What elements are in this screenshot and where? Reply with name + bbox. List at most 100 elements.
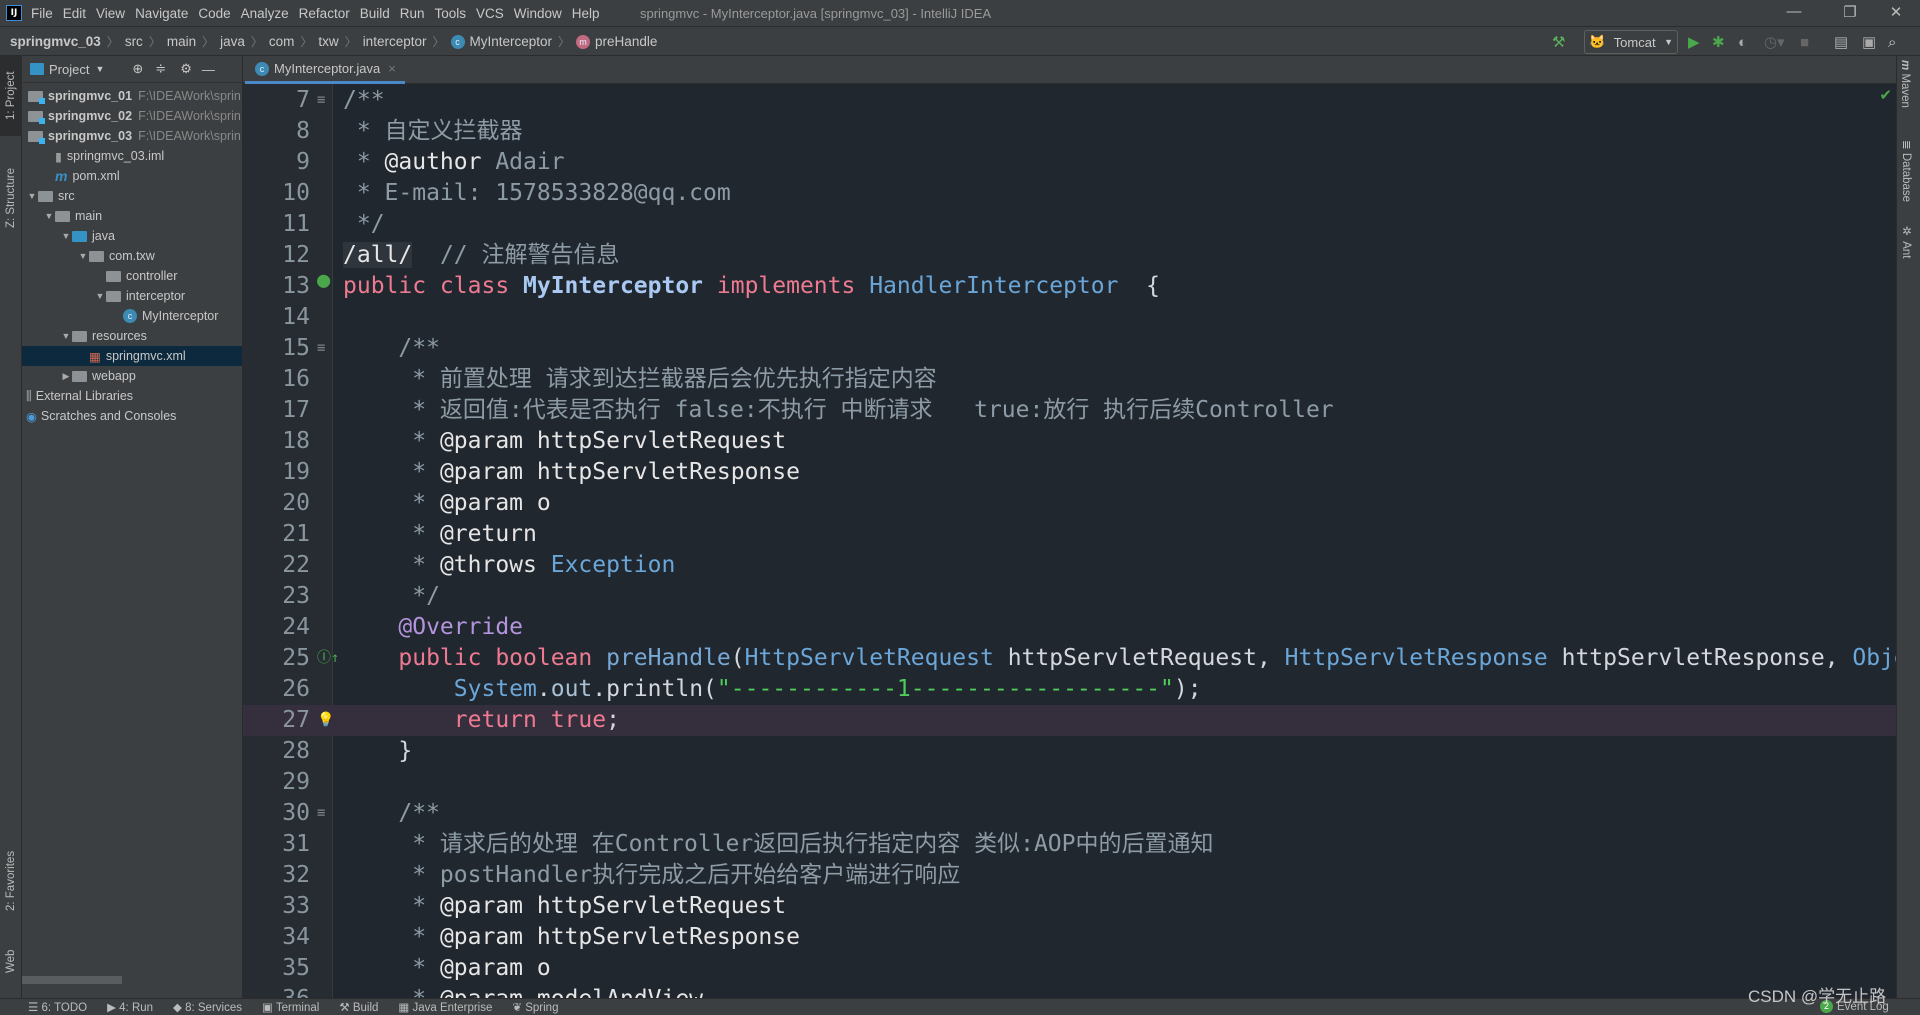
close-button[interactable]: ✕: [1876, 3, 1916, 23]
menu-navigate[interactable]: Navigate: [135, 6, 188, 21]
breadcrumb-item[interactable]: txw: [318, 34, 338, 49]
menu-edit[interactable]: Edit: [63, 6, 86, 21]
code-token: *: [343, 552, 440, 578]
tree-item[interactable]: controller: [22, 266, 242, 286]
menu-vcs[interactable]: VCS: [476, 6, 504, 21]
tree-item[interactable]: ▼ interceptor: [22, 286, 242, 306]
tool-tab-database[interactable]: ≣ Database: [1899, 140, 1913, 202]
menu-build[interactable]: Build: [360, 6, 390, 21]
breadcrumb-item[interactable]: springmvc_03: [10, 34, 101, 49]
doc-comment-icon[interactable]: ≡: [317, 806, 325, 820]
breadcrumb-item[interactable]: interceptor: [363, 34, 427, 49]
menu-run[interactable]: Run: [400, 6, 425, 21]
menu-tools[interactable]: Tools: [435, 6, 467, 21]
code-line: 11 */: [243, 209, 1896, 240]
hide-icon[interactable]: —: [202, 62, 215, 77]
gear-icon[interactable]: ⚙: [180, 61, 192, 77]
implemented-icon[interactable]: ●: [317, 270, 330, 292]
breadcrumb-label: txw: [318, 34, 339, 49]
chevron-right-icon[interactable]: ▶: [60, 371, 72, 382]
chevron-down-icon[interactable]: ▼: [60, 331, 72, 341]
line-number: 12: [282, 242, 310, 268]
code-token: @param httpServletResponse: [439, 459, 800, 485]
tool-tab-ant[interactable]: ✲ Ant: [1899, 224, 1913, 258]
doc-comment-icon[interactable]: ≡: [317, 341, 325, 355]
tool-window-spring[interactable]: ❦ Spring: [512, 1000, 558, 1014]
collapse-all-icon[interactable]: ≑: [155, 61, 166, 77]
hammer-icon[interactable]: ⚒: [1552, 30, 1565, 54]
breadcrumb-item[interactable]: com: [269, 34, 295, 49]
tree-item[interactable]: c MyInterceptor: [22, 306, 242, 326]
menu-file[interactable]: File: [31, 6, 53, 21]
chevron-down-icon[interactable]: ▼: [60, 231, 72, 241]
tool-window-java-enterprise[interactable]: ▦ Java Enterprise: [398, 1000, 492, 1014]
tree-item[interactable]: springmvc_03 F:\IDEAWork\sprin: [22, 126, 242, 146]
file-icon: ▮: [55, 149, 62, 164]
tree-item[interactable]: m pom.xml: [22, 166, 242, 186]
chevron-down-icon[interactable]: ▼: [94, 291, 106, 301]
project-structure-icon[interactable]: ▤: [1834, 30, 1848, 54]
menu-view[interactable]: View: [96, 6, 125, 21]
override-icon[interactable]: Ⓘ↑: [317, 651, 339, 665]
terminal-icon[interactable]: ▣: [1862, 30, 1876, 54]
line-number: 8: [296, 118, 310, 144]
tree-item[interactable]: ▼ java: [22, 226, 242, 246]
tab-myinterceptor-java[interactable]: c MyInterceptor.java ×: [245, 56, 405, 84]
coverage-icon[interactable]: ◐: [1738, 30, 1747, 54]
tree-item[interactable]: ▼ resources: [22, 326, 242, 346]
breadcrumb-item[interactable]: m preHandle: [576, 34, 657, 49]
tree-item[interactable]: springmvc_01 F:\IDEAWork\sprin: [22, 86, 242, 106]
run-icon[interactable]: ▶: [1688, 30, 1700, 54]
tree-item[interactable]: ▮ springmvc_03.iml: [22, 146, 242, 166]
tree-item[interactable]: ▼ main: [22, 206, 242, 226]
tool-tab-favorites[interactable]: 2: Favorites: [0, 836, 22, 926]
lightbulb-icon[interactable]: 💡: [317, 713, 334, 727]
tool-tab-maven[interactable]: m Maven: [1899, 60, 1911, 108]
menu-refactor[interactable]: Refactor: [299, 6, 350, 21]
tree-item[interactable]: springmvc_02 F:\IDEAWork\sprin: [22, 106, 242, 126]
tool-window-terminal[interactable]: ▣ Terminal: [262, 1000, 319, 1014]
menu-help[interactable]: Help: [572, 6, 600, 21]
tool-tab-web[interactable]: Web: [0, 936, 22, 986]
tree-item[interactable]: ▶ webapp: [22, 366, 242, 386]
tool-window--todo[interactable]: ☰ 6: TODO: [28, 1000, 87, 1014]
doc-comment-icon[interactable]: ≡: [317, 93, 325, 107]
search-icon[interactable]: ⌕: [1888, 30, 1896, 54]
tree-item[interactable]: ▼ src: [22, 186, 242, 206]
breadcrumb-item[interactable]: src: [125, 34, 143, 49]
line-number: 20: [282, 490, 310, 516]
maximize-button[interactable]: ❐: [1830, 3, 1870, 23]
tree-item[interactable]: ⫼ External Libraries: [22, 386, 242, 406]
menu-analyze[interactable]: Analyze: [241, 6, 289, 21]
tool-window--run[interactable]: ▶ 4: Run: [107, 1000, 153, 1014]
tool-window-build[interactable]: ⚒ Build: [339, 1000, 378, 1014]
minimize-button[interactable]: —: [1774, 3, 1814, 23]
tree-item-label: java: [92, 229, 115, 243]
horizontal-scrollbar[interactable]: [22, 976, 122, 984]
locate-icon[interactable]: ⊕: [132, 61, 143, 77]
chevron-down-icon[interactable]: ▼: [77, 251, 89, 261]
tree-item[interactable]: ◉ Scratches and Consoles: [22, 406, 242, 426]
tool-window--services[interactable]: ◆ 8: Services: [173, 1000, 242, 1014]
stop-icon[interactable]: ■: [1800, 30, 1809, 54]
debug-icon[interactable]: ✱: [1712, 30, 1725, 54]
chevron-down-icon[interactable]: ▼: [43, 211, 55, 221]
breadcrumb-item[interactable]: main: [167, 34, 196, 49]
menu-window[interactable]: Window: [514, 6, 562, 21]
profile-icon[interactable]: ◷▾: [1764, 30, 1785, 54]
code-editor[interactable]: 7 ≡/** 8 * 自定义拦截器 9 * @author Adair 10 * E-m…: [243, 84, 1896, 998]
chevron-down-icon[interactable]: ▼: [26, 191, 38, 201]
menu-code[interactable]: Code: [198, 6, 230, 21]
close-tab-icon[interactable]: ×: [388, 61, 396, 76]
tool-tab-project[interactable]: 1: Project: [0, 56, 22, 136]
tree-item[interactable]: ▦ springmvc.xml: [22, 346, 242, 366]
project-view-select[interactable]: Project: [49, 62, 89, 77]
tree-item[interactable]: ▼ com.txw: [22, 246, 242, 266]
run-config-select[interactable]: 🐱 Tomcat ▼: [1584, 30, 1678, 54]
breadcrumb-item[interactable]: java: [220, 34, 245, 49]
tool-tab-structure[interactable]: Z: Structure: [0, 148, 22, 248]
breadcrumb-item[interactable]: c MyInterceptor: [450, 34, 552, 49]
line-number: 11: [282, 211, 310, 237]
code-token: // 注解警告信息: [412, 242, 620, 268]
class-icon: c: [255, 61, 269, 76]
